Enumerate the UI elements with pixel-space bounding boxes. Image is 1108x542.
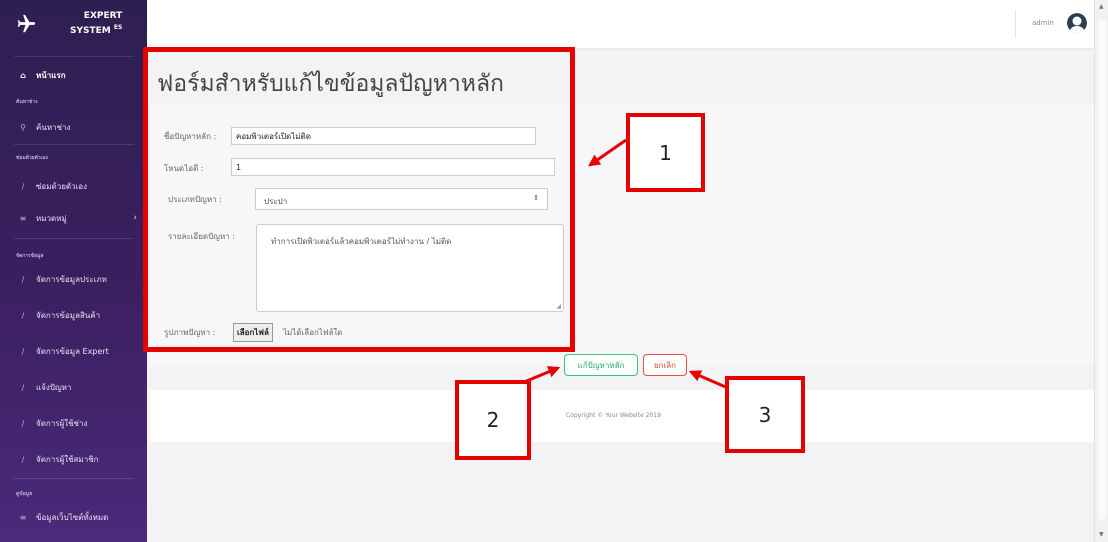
sidebar-item-site-data[interactable]: ≡ ข้อมูลเว็บไซต์ทั้งหมด [0, 508, 147, 526]
sidebar-item-manage-members[interactable]: ∕ จัดการผู้ใช้สมาชิก [0, 450, 147, 468]
brand-name: EXPERT SYSTEM ES [70, 11, 122, 37]
sidebar-item-label: ค้นหาช่าง [36, 122, 71, 132]
annotation-label-3: 3 [725, 376, 805, 453]
sidebar-item-manage-products[interactable]: ∕ จัดการข้อมูลสินค้า [0, 306, 147, 324]
brand-line1: EXPERT [83, 11, 123, 21]
user-name[interactable]: admin [1032, 19, 1054, 27]
brand-sup: ES [113, 24, 123, 31]
scroll-thumb[interactable] [1098, 20, 1106, 520]
topbar-divider [1015, 10, 1016, 38]
sidebar-item-label: ซ่อมด้วยตัวเอง [36, 181, 88, 191]
sidebar-item-label: จัดการข้อมูล Expert [36, 346, 109, 356]
sidebar-divider [14, 56, 134, 57]
sidebar-item-manage-technicians[interactable]: ∕ จัดการผู้ใช้ช่าง [0, 414, 147, 432]
list-icon: ≡ [19, 213, 27, 223]
home-icon: ⌂ [20, 70, 26, 80]
sidebar-item-categories[interactable]: ≡ หมวดหมู่ › [0, 209, 147, 227]
submit-button[interactable]: แก้ปัญหาหลัก [564, 354, 638, 376]
wrench-icon: ∕ [21, 418, 25, 428]
annotation-arrow-3 [688, 370, 729, 390]
sidebar-divider [14, 144, 134, 145]
airplane-icon [17, 14, 36, 33]
sidebar-divider [14, 478, 134, 479]
wrench-icon: ∕ [21, 274, 25, 284]
annotation-box-form [143, 47, 575, 352]
scrollbar[interactable]: ▲ ▼ [1094, 0, 1108, 542]
wrench-icon: ∕ [21, 310, 25, 320]
user-avatar-icon [1067, 13, 1087, 33]
annotation-label-2: 2 [455, 380, 531, 460]
sidebar-item-find-technician[interactable]: ⚲ ค้นหาช่าง [0, 118, 147, 136]
sidebar-item-report-problem[interactable]: ∕ แจ้งปัญหา [0, 378, 147, 396]
annotation-label-1: 1 [626, 113, 705, 192]
brand[interactable]: EXPERT SYSTEM ES [0, 0, 147, 48]
sidebar-item-label: หน้าแรก [36, 70, 66, 80]
avatar[interactable] [1067, 13, 1087, 33]
sidebar: EXPERT SYSTEM ES ⌂ หน้าแรก ค้นหาช่าง ⚲ ค… [0, 0, 147, 542]
sidebar-heading: ซ่อมด้วยตัวเอง [16, 155, 48, 161]
wrench-icon: ∕ [21, 181, 25, 191]
list-icon: ≡ [19, 512, 27, 522]
scroll-down-icon[interactable]: ▼ [1099, 531, 1104, 538]
sidebar-divider [14, 238, 134, 239]
scroll-up-icon[interactable]: ▲ [1099, 3, 1104, 10]
cancel-button[interactable]: ยกเลิก [643, 354, 687, 376]
sidebar-heading: จัดการข้อมูล [16, 253, 44, 259]
wrench-icon: ∕ [21, 382, 25, 392]
search-icon: ⚲ [20, 122, 26, 132]
sidebar-item-manage-expert[interactable]: ∕ จัดการข้อมูล Expert [0, 342, 147, 360]
sidebar-item-label: จัดการข้อมูลประเภท [36, 274, 107, 284]
sidebar-heading: ดูข้อมูล [16, 491, 33, 497]
chevron-right-icon: › [133, 213, 137, 223]
sidebar-item-label: ข้อมูลเว็บไซต์ทั้งหมด [36, 512, 109, 522]
sidebar-item-self-repair[interactable]: ∕ ซ่อมด้วยตัวเอง [0, 177, 147, 195]
sidebar-item-label: จัดการผู้ใช้สมาชิก [36, 454, 99, 464]
sidebar-item-manage-types[interactable]: ∕ จัดการข้อมูลประเภท [0, 270, 147, 288]
sidebar-heading: ค้นหาช่าง [16, 99, 38, 105]
topbar: admin [147, 0, 1094, 48]
footer: Copyright © Your Website 2019 [150, 390, 1094, 442]
sidebar-item-label: หมวดหมู่ [36, 213, 67, 223]
copyright-text: Copyright © Your Website 2019 [566, 412, 661, 419]
sidebar-item-label: จัดการผู้ใช้ช่าง [36, 418, 88, 428]
wrench-icon: ∕ [21, 346, 25, 356]
sidebar-item-label: แจ้งปัญหา [36, 382, 72, 392]
sidebar-item-home[interactable]: ⌂ หน้าแรก [0, 66, 147, 84]
sidebar-item-label: จัดการข้อมูลสินค้า [36, 310, 101, 320]
wrench-icon: ∕ [21, 454, 25, 464]
brand-line2: SYSTEM [70, 26, 111, 36]
